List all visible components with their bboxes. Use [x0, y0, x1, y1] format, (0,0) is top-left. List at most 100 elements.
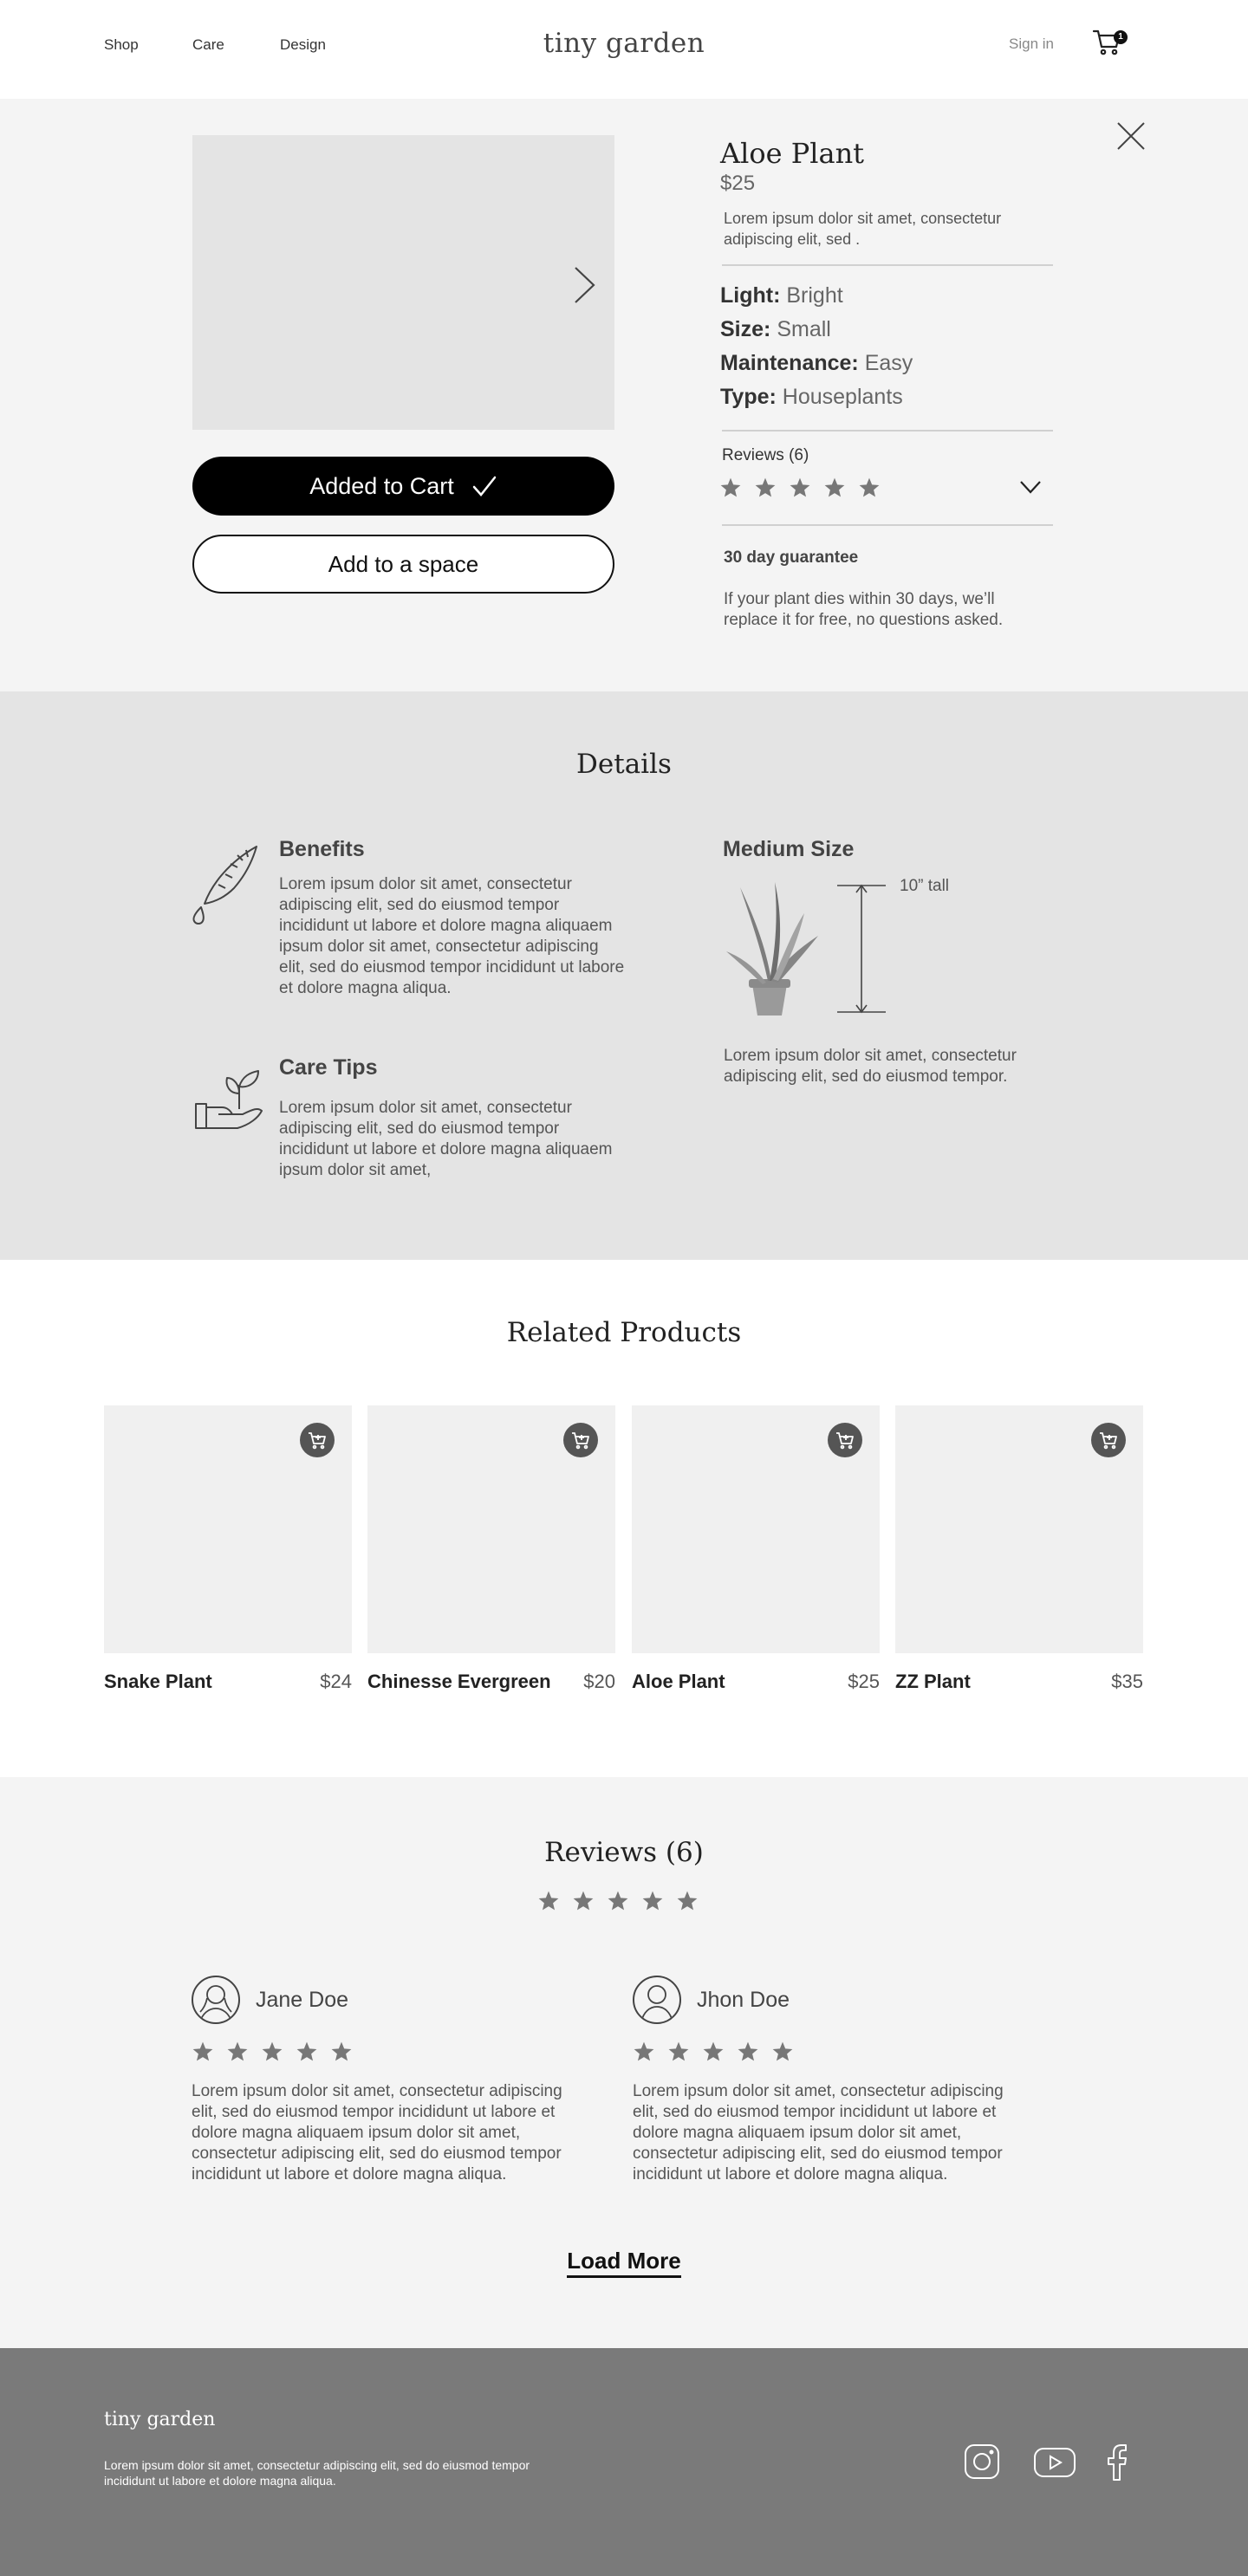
avatar: [192, 1976, 240, 2024]
add-to-cart-button[interactable]: [828, 1423, 862, 1457]
cart-add-icon: [836, 1432, 854, 1450]
related-products-section: Related Products Snake Plant $24 Chinesse…: [0, 1260, 1248, 1777]
product-card-chinese-evergreen[interactable]: Chinesse Evergreen $20: [367, 1405, 615, 1693]
add-to-cart-button[interactable]: [300, 1423, 335, 1457]
product-card-aloe-plant[interactable]: Aloe Plant $25: [632, 1405, 880, 1693]
add-to-cart-button[interactable]: [1091, 1423, 1126, 1457]
aloe-leaf-icon: [192, 846, 257, 925]
cart-button[interactable]: 1: [1092, 26, 1130, 64]
attr-type: Type: Houseplants: [720, 385, 903, 409]
star-icon: [771, 2041, 794, 2067]
related-products-title: Related Products: [506, 1317, 742, 1348]
star-icon: [641, 1890, 664, 1917]
avatar: [633, 1976, 681, 2024]
divider: [722, 430, 1053, 431]
star-icon: [789, 477, 811, 503]
site-footer: tiny garden Lorem ipsum dolor sit amet, …: [0, 2348, 1248, 2576]
load-more-container: Load More: [0, 2248, 1248, 2278]
youtube-icon[interactable]: [1033, 2447, 1076, 2478]
reviews-section: Reviews (6) Jane Doe Lorem ipsum dolor s…: [0, 1777, 1248, 2348]
footer-text: Lorem ipsum dolor sit amet, consectetur …: [104, 2458, 530, 2488]
care-tips-text: Lorem ipsum dolor sit amet, consectetur …: [279, 1099, 613, 1179]
divider: [722, 264, 1053, 266]
product-card-name[interactable]: Snake Plant: [104, 1671, 212, 1693]
care-tips-title: Care Tips: [279, 1055, 378, 1080]
cart-count-badge: 1: [1114, 30, 1128, 44]
star-icon: [702, 2041, 725, 2067]
facebook-icon[interactable]: [1106, 2443, 1128, 2482]
add-to-cart-button[interactable]: [563, 1423, 598, 1457]
product-image-gallery: [192, 135, 614, 430]
user-icon: [640, 1985, 673, 2022]
reviewer-name: Jhon Doe: [697, 1988, 790, 2012]
product-card-name[interactable]: ZZ Plant: [895, 1671, 971, 1693]
star-icon: [607, 1890, 629, 1917]
attr-size: Size: Small: [720, 317, 831, 341]
details-title: Details: [576, 749, 672, 780]
star-icon: [296, 2041, 318, 2067]
hand-plant-icon: [195, 1070, 263, 1129]
checkmark-icon: [472, 476, 497, 496]
star-icon: [192, 2041, 214, 2067]
product-card-snake-plant[interactable]: Snake Plant $24: [104, 1405, 352, 1693]
cart-add-icon: [1100, 1432, 1117, 1450]
star-icon: [754, 477, 777, 503]
attr-light: Light: Bright: [720, 283, 843, 308]
height-indicator: [837, 884, 886, 1014]
load-more-button[interactable]: Load More: [567, 2248, 681, 2278]
product-card-price: $35: [1111, 1671, 1143, 1692]
height-label: 10” tall: [900, 877, 950, 895]
product-card-name[interactable]: Chinesse Evergreen: [367, 1671, 551, 1693]
product-card-price: $20: [583, 1671, 615, 1692]
star-icon: [667, 2041, 690, 2067]
product-attributes: Light: Bright Size: Small Maintenance: E…: [720, 279, 913, 414]
added-to-cart-button[interactable]: Added to Cart: [192, 457, 614, 516]
review-text: Lorem ipsum dolor sit amet, consectetur …: [633, 2082, 1004, 2183]
potted-plant-illustration: [726, 882, 818, 1015]
benefits-text: Lorem ipsum dolor sit amet, consectetur …: [279, 875, 625, 997]
user-icon: [199, 1985, 232, 2022]
product-card-name[interactable]: Aloe Plant: [632, 1671, 725, 1693]
overall-star-rating: [537, 1890, 699, 1917]
chevron-right-icon[interactable]: [571, 265, 597, 305]
close-icon[interactable]: [1116, 121, 1146, 151]
star-icon: [737, 2041, 759, 2067]
divider: [722, 524, 1053, 526]
star-icon: [823, 477, 846, 503]
product-card-image: [104, 1405, 352, 1653]
cart-add-icon: [572, 1432, 589, 1450]
chevron-down-icon[interactable]: [1019, 478, 1042, 496]
review-star-rating: [633, 2041, 794, 2067]
size-text: Lorem ipsum dolor sit amet, consectetur …: [724, 1047, 1017, 1086]
instagram-icon[interactable]: [964, 2443, 1000, 2480]
star-icon: [537, 1890, 560, 1917]
product-card-zz-plant[interactable]: ZZ Plant $35: [895, 1405, 1143, 1693]
details-section: Details Benefits Lorem ipsum dolor sit a…: [0, 691, 1248, 1260]
review-text: Lorem ipsum dolor sit amet, consectetur …: [192, 2082, 562, 2183]
product-name: Aloe Plant: [720, 137, 865, 170]
product-section: Added to Cart Add to a space Aloe Plant …: [0, 99, 1248, 691]
site-logo[interactable]: tiny garden: [0, 28, 1248, 59]
product-star-rating: [719, 477, 881, 503]
product-card-image: [632, 1405, 880, 1653]
product-description: Lorem ipsum dolor sit amet, consectetur …: [724, 210, 1002, 248]
product-card-image: [367, 1405, 615, 1653]
star-icon: [719, 477, 742, 503]
star-icon: [633, 2041, 655, 2067]
benefits-title: Benefits: [279, 837, 365, 861]
size-title: Medium Size: [723, 837, 855, 861]
product-card-price: $24: [320, 1671, 352, 1692]
guarantee-text: If your plant dies within 30 days, we’ll…: [724, 590, 1004, 629]
star-icon: [572, 1890, 595, 1917]
sign-in-link[interactable]: Sign in: [1009, 36, 1054, 53]
product-card-price: $25: [848, 1671, 880, 1692]
reviews-summary-label: Reviews (6): [722, 446, 809, 464]
reviewer-name: Jane Doe: [256, 1988, 349, 2012]
footer-logo[interactable]: tiny garden: [104, 2409, 215, 2430]
star-icon: [330, 2041, 353, 2067]
star-icon: [261, 2041, 283, 2067]
added-to-cart-label: Added to Cart: [309, 472, 454, 499]
reviews-title: Reviews (6): [544, 1837, 704, 1868]
add-to-space-button[interactable]: Add to a space: [192, 535, 614, 594]
product-price: $25: [720, 172, 756, 195]
